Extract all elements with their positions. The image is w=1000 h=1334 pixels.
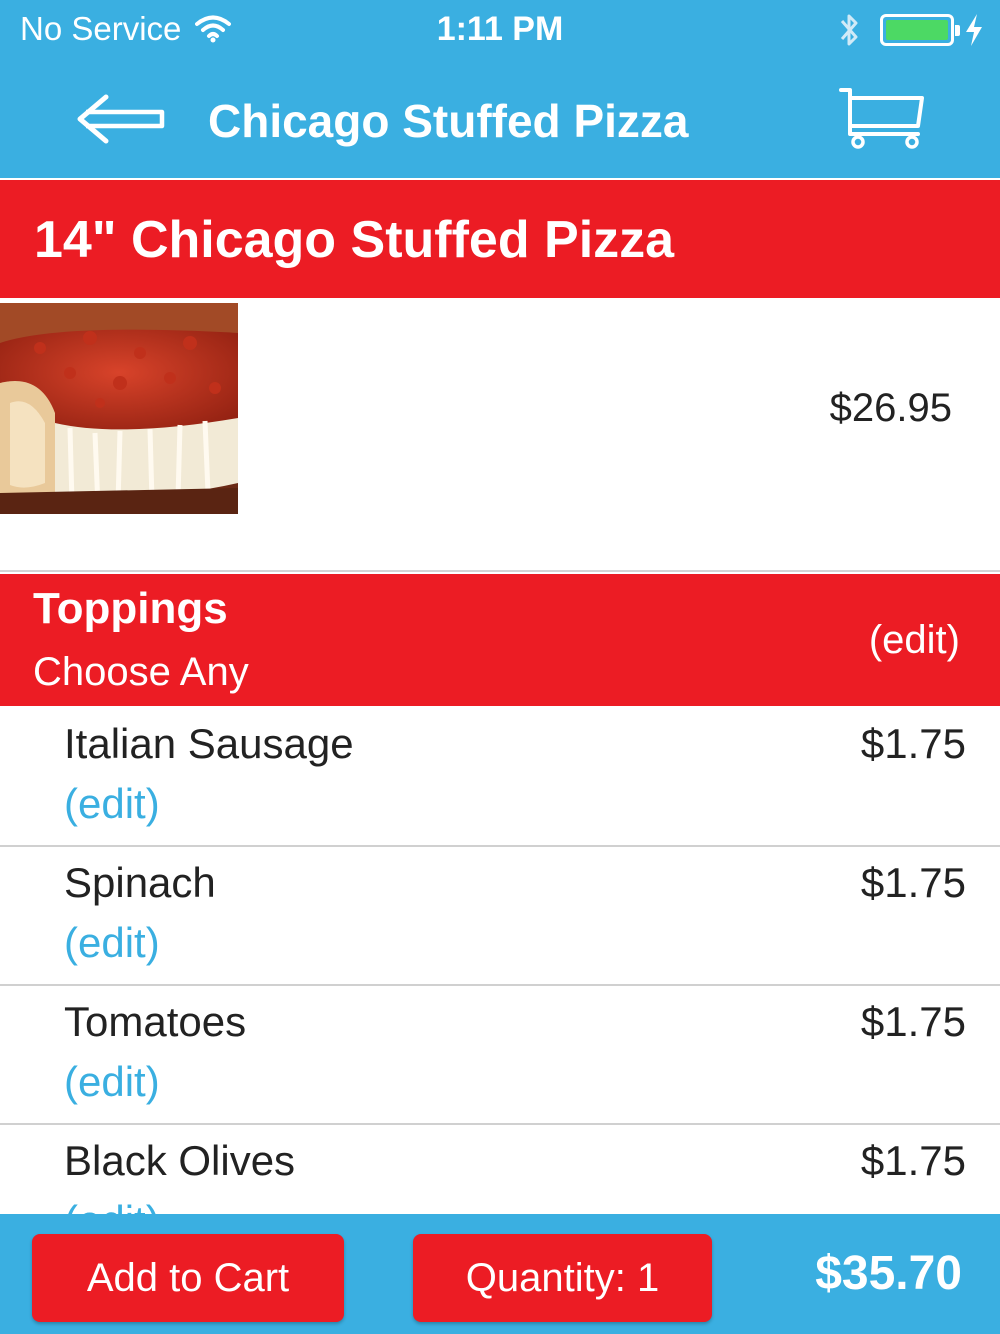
toppings-title: Toppings [33,584,228,633]
battery-nub [955,25,960,36]
item-name: 14" Chicago Stuffed Pizza [34,211,675,269]
topping-edit-link[interactable]: (edit) [64,919,160,967]
topping-price: $1.75 [860,1137,966,1184]
add-to-cart-button[interactable]: Add to Cart [32,1234,344,1322]
pizza-photo [0,303,238,514]
top-bar: No Service 1:11 PM Chicago Stuffed Pizza [0,0,1000,178]
list-item[interactable]: Spinach $1.75 (edit) [0,847,1000,986]
list-item[interactable]: Black Olives $1.75 (edit) [0,1125,1000,1214]
toppings-subtitle: Choose Any [33,650,249,694]
nav-title: Chicago Stuffed Pizza [208,95,689,147]
nav-bar: Chicago Stuffed Pizza [0,70,1000,178]
topping-name: Spinach [64,859,216,906]
topping-edit-link[interactable]: (edit) [64,1058,160,1106]
toppings-edit-link[interactable]: (edit) [869,618,960,663]
topping-name: Black Olives [64,1137,296,1184]
arrow-left-icon[interactable] [76,92,166,146]
quantity-button[interactable]: Quantity: 1 [413,1234,712,1322]
bottom-bar: Add to Cart Quantity: 1 $35.70 [0,1214,1000,1334]
topping-price: $1.75 [860,998,966,1045]
topping-edit-link[interactable]: (edit) [64,780,160,828]
topping-price: $1.75 [860,859,966,906]
product-info: $26.95 [0,300,1000,572]
toppings-list: Italian Sausage $1.75 (edit) Spinach $1.… [0,708,1000,1214]
topping-price: $1.75 [860,720,966,767]
topping-edit-link[interactable]: (edit) [64,1197,160,1214]
cart-icon[interactable] [838,86,928,150]
order-total: $35.70 [815,1247,962,1300]
toppings-header: Toppings Choose Any (edit) [0,574,1000,706]
battery-level [886,20,948,40]
charging-bolt-icon [966,14,982,46]
list-item[interactable]: Tomatoes $1.75 (edit) [0,986,1000,1125]
topping-name: Italian Sausage [64,720,354,767]
status-bar: No Service 1:11 PM [0,0,1000,58]
battery-icon [880,14,960,46]
topping-name: Tomatoes [64,998,247,1045]
list-item[interactable]: Italian Sausage $1.75 (edit) [0,708,1000,847]
bluetooth-icon [840,14,858,46]
item-header: 14" Chicago Stuffed Pizza [0,180,1000,298]
item-price: $26.95 [829,386,952,430]
